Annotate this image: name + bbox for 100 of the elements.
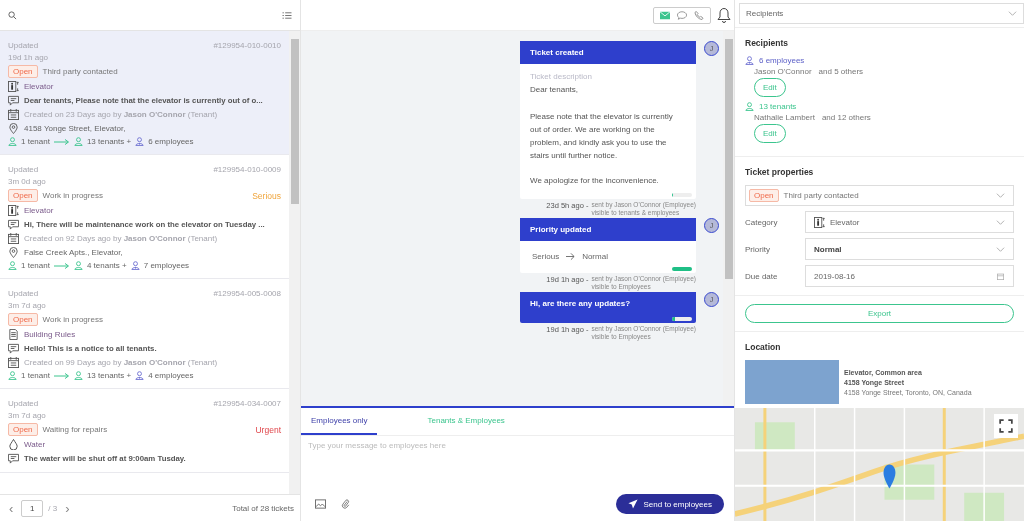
- status-badge: Open: [8, 423, 38, 436]
- employee-count: 6 employees: [148, 137, 194, 146]
- message-text: Please note that the elevator is currently out of order. We are working on the problem, and kindly ask you to use the stairs until further notice.: [530, 111, 674, 162]
- fullscreen-button[interactable]: [994, 414, 1018, 438]
- ticket-number: #129954-005-0008: [213, 289, 281, 298]
- ticket-stage: Third party contacted: [42, 67, 118, 76]
- page-field[interactable]: 1: [21, 499, 44, 517]
- ticket-number: #129954-010-0010: [213, 41, 281, 50]
- calendar-icon: [8, 357, 19, 368]
- comment-icon: [8, 453, 19, 464]
- scrollbar[interactable]: [723, 31, 734, 406]
- employee-count: 4 employees: [148, 371, 194, 380]
- updated-label: Updated: [8, 41, 39, 50]
- person-icon: [73, 137, 83, 146]
- category-dropdown[interactable]: Elevator: [805, 211, 1014, 233]
- date-field[interactable]: 2019-08-16: [805, 265, 1014, 287]
- ticket-age: 19d 1h ago: [8, 53, 49, 62]
- ticket-stage: Waiting for repairs: [42, 425, 108, 434]
- ticket-stage: Third party contacted: [783, 191, 859, 200]
- employee-icon: [745, 56, 754, 65]
- channel-selector[interactable]: [653, 6, 711, 24]
- created-info: Created on 92 Days ago by Jason O'Connor (Tenant): [24, 234, 218, 243]
- message-text: We apologize for the inconvenience.: [530, 175, 660, 187]
- fullscreen-icon: [999, 419, 1013, 433]
- status-badge: Open: [749, 189, 779, 202]
- status-badge: Open: [8, 313, 38, 326]
- arrow-icon: [53, 372, 70, 379]
- recipient-count[interactable]: 6 employees: [759, 56, 805, 65]
- read-progress-bar: [672, 317, 692, 321]
- person-icon: [745, 102, 754, 111]
- chevron-icon: [996, 218, 1005, 226]
- new-priority: Normal: [582, 252, 608, 261]
- tenant-count: 4 tenants +: [86, 261, 127, 270]
- updated-label: Updated: [8, 289, 39, 298]
- water-drop-icon: [8, 439, 19, 450]
- sender-count: 1 tenant: [21, 371, 50, 380]
- image-icon[interactable]: [315, 499, 326, 509]
- created-info: Created on 99 Days ago by Jason O'Connor (Tenant): [24, 358, 218, 367]
- ticket-address: 4158 Yonge Street, Elevator,: [24, 124, 126, 133]
- old-priority: Serious: [532, 252, 560, 261]
- scrollbar[interactable]: [289, 31, 300, 494]
- read-progress-bar: [672, 267, 692, 271]
- person-icon: [73, 261, 83, 270]
- paperclip-icon[interactable]: [340, 499, 351, 509]
- category-label: Elevator: [24, 82, 54, 91]
- list-icon[interactable]: [282, 10, 292, 20]
- ticket-number: #129954-010-0009: [213, 165, 281, 174]
- category-label: Elevator: [24, 206, 54, 215]
- chevron-icon: [996, 192, 1005, 199]
- field-label: Category: [745, 217, 779, 227]
- updated-label: Updated: [8, 399, 39, 408]
- employee-icon: [135, 371, 145, 380]
- section-title: Location: [745, 342, 782, 352]
- phone-icon[interactable]: [694, 10, 704, 20]
- document-icon: [8, 329, 19, 340]
- description-label: Ticket description: [530, 72, 593, 81]
- field-label: Due date: [745, 271, 779, 281]
- category-label: Water: [24, 440, 46, 449]
- recipient-name: Nathalie Lambert: [754, 113, 815, 122]
- ticket-total: Total of 28 tickets: [232, 503, 294, 513]
- elevator-icon: [8, 81, 19, 92]
- field-value: Elevator: [830, 217, 860, 227]
- priority-dropdown[interactable]: Normal: [805, 238, 1014, 260]
- previous-page-button[interactable]: ‹: [6, 500, 17, 516]
- section-title: Recipients: [745, 38, 789, 48]
- location-pin-icon: [8, 123, 19, 134]
- bell-icon[interactable]: [717, 7, 731, 23]
- email-icon[interactable]: [660, 10, 670, 20]
- ticket-age: 3m 7d ago: [8, 301, 46, 310]
- message-text: Dear tenants,: [530, 84, 580, 96]
- elevator-icon: [8, 205, 19, 216]
- person-icon: [73, 371, 83, 380]
- status-badge: Open: [8, 65, 38, 78]
- ticket-age: 3m 7d ago: [8, 411, 46, 420]
- location-pin-icon: [8, 247, 19, 258]
- chat-icon[interactable]: [677, 10, 687, 20]
- chevron-icon: [1008, 10, 1017, 17]
- status-badge: Open: [8, 189, 38, 202]
- ticket-card[interactable]: [0, 31, 289, 155]
- status-dropdown[interactable]: Open Third party contacted: [745, 185, 1014, 206]
- arrow-icon: [53, 138, 70, 145]
- priority-label: Serious: [252, 190, 281, 201]
- ticket-stage: Work in progress: [42, 315, 103, 324]
- tenant-count: 13 tenants +: [86, 137, 132, 146]
- next-page-button[interactable]: ›: [62, 500, 73, 516]
- section-title: Ticket properties: [745, 167, 815, 177]
- elevator-icon: [814, 216, 825, 228]
- ticket-number: #129954-034-0007: [213, 399, 281, 408]
- ticket-age: 3m 0d ago: [8, 177, 46, 186]
- send-button[interactable]: Send to employees: [615, 494, 724, 514]
- message-title: Priority updated: [520, 218, 696, 241]
- search-icon[interactable]: [8, 10, 17, 20]
- updated-label: Updated: [8, 165, 39, 174]
- tenant-count: 13 tenants +: [86, 371, 132, 380]
- employee-icon: [135, 137, 145, 146]
- arrow-icon: [53, 262, 70, 269]
- created-info: Created on 23 Days ago by Jason O'Connor (Tenant): [24, 110, 218, 119]
- panel-dropdown[interactable]: Recipients: [739, 3, 1024, 24]
- comment-icon: [8, 219, 19, 230]
- employee-count: 7 employees: [143, 261, 190, 270]
